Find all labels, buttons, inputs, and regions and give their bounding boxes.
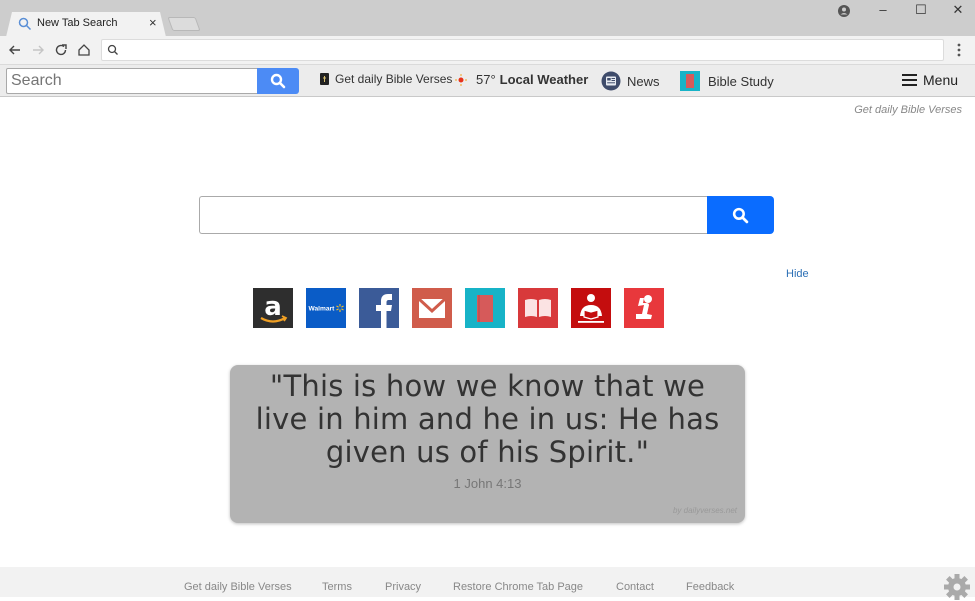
news-label: News	[627, 73, 660, 89]
verse-credit-link[interactable]: by dailyverses.net	[673, 506, 737, 515]
search-icon	[270, 73, 286, 89]
search-icon	[107, 44, 118, 55]
daily-bible-verses-link[interactable]: Get daily Bible Verses	[320, 72, 452, 86]
hamburger-icon	[902, 74, 917, 86]
amazon-logo-icon: a	[260, 292, 288, 323]
bible-study-label: Bible Study	[708, 73, 774, 89]
menu-button[interactable]: Menu	[902, 72, 958, 88]
home-button[interactable]	[75, 41, 93, 59]
verse-of-the-day-card: "This is how we know that we live in him…	[230, 365, 745, 523]
search-icon	[732, 207, 749, 223]
bible-book-icon	[320, 73, 329, 85]
sun-icon	[455, 73, 467, 86]
address-bar[interactable]	[101, 39, 944, 61]
footer-link-privacy[interactable]: Privacy	[385, 581, 421, 593]
main-search-button[interactable]	[707, 196, 774, 234]
footer-link-terms[interactable]: Terms	[322, 581, 352, 593]
account-icon[interactable]	[836, 3, 852, 19]
tab-strip: New Tab Search × – ☐ ✕	[0, 0, 975, 36]
bible-study-link[interactable]: Bible Study	[680, 71, 774, 91]
browser-toolbar	[0, 36, 975, 65]
tile-bible-study[interactable]	[465, 288, 505, 328]
news-icon	[601, 71, 621, 91]
menu-label: Menu	[923, 72, 959, 88]
mail-icon	[417, 297, 447, 318]
new-tab-button[interactable]	[167, 17, 201, 31]
extension-search-input[interactable]	[6, 68, 258, 94]
footer-link-contact[interactable]: Contact	[616, 581, 654, 593]
facebook-logo-icon	[376, 294, 392, 328]
extension-search-button[interactable]	[257, 68, 299, 94]
reload-icon	[55, 44, 67, 56]
tab-title: New Tab Search	[37, 17, 118, 29]
tile-reading[interactable]	[571, 288, 611, 328]
tile-prayer[interactable]	[624, 288, 664, 328]
footer-link-daily-verses[interactable]: Get daily Bible Verses	[184, 581, 292, 593]
notebook-icon	[477, 295, 493, 322]
open-book-icon	[525, 299, 551, 317]
verse-reference: 1 John 4:13	[453, 476, 522, 491]
footer-link-feedback[interactable]: Feedback	[686, 581, 734, 593]
tile-facebook[interactable]	[359, 288, 399, 328]
verse-text: "This is how we know that we live in him…	[255, 369, 720, 469]
local-weather-link[interactable]: 57° Local Weather	[455, 72, 588, 87]
hide-tiles-link[interactable]: Hide	[786, 268, 809, 280]
back-arrow-icon	[9, 45, 20, 55]
svg-text:Walmart: Walmart	[309, 306, 336, 313]
tile-walmart[interactable]: Walmart	[306, 288, 346, 328]
walmart-logo-icon: Walmart	[309, 304, 344, 313]
main-search-input[interactable]	[199, 196, 708, 234]
weather-temperature: 57°	[476, 72, 496, 87]
person-reading-icon	[578, 294, 604, 323]
praying-person-icon	[636, 295, 652, 319]
tile-amazon[interactable]: a	[253, 288, 293, 328]
back-button[interactable]	[6, 41, 24, 59]
maximize-button[interactable]: ☐	[911, 2, 931, 18]
extension-toolbar: Get daily Bible Verses 57° Local Weather…	[0, 65, 975, 97]
footer: Get daily Bible Verses Terms Privacy Res…	[0, 567, 975, 600]
minimize-button[interactable]: –	[873, 2, 893, 17]
tab-close-button[interactable]: ×	[149, 15, 157, 30]
browser-menu-icon[interactable]	[952, 42, 966, 58]
reload-button[interactable]	[52, 41, 70, 59]
forward-arrow-icon	[33, 45, 44, 55]
news-link[interactable]: News	[601, 71, 660, 91]
tile-open-bible[interactable]	[518, 288, 558, 328]
tagline: Get daily Bible Verses	[854, 104, 962, 116]
close-window-button[interactable]: ✕	[948, 2, 968, 18]
forward-button[interactable]	[29, 41, 47, 59]
svg-text:a: a	[264, 292, 282, 322]
tile-gmail[interactable]	[412, 288, 452, 328]
local-weather-label: Local Weather	[499, 72, 589, 87]
footer-link-restore-chrome[interactable]: Restore Chrome Tab Page	[453, 581, 583, 593]
shortcut-tiles: a Walmart	[253, 288, 664, 328]
tab-new-tab-search[interactable]: New Tab Search ×	[6, 12, 166, 37]
search-icon	[18, 17, 32, 31]
notebook-icon	[680, 71, 700, 91]
home-icon	[78, 44, 90, 56]
daily-bible-verses-label: Get daily Bible Verses	[335, 72, 453, 86]
